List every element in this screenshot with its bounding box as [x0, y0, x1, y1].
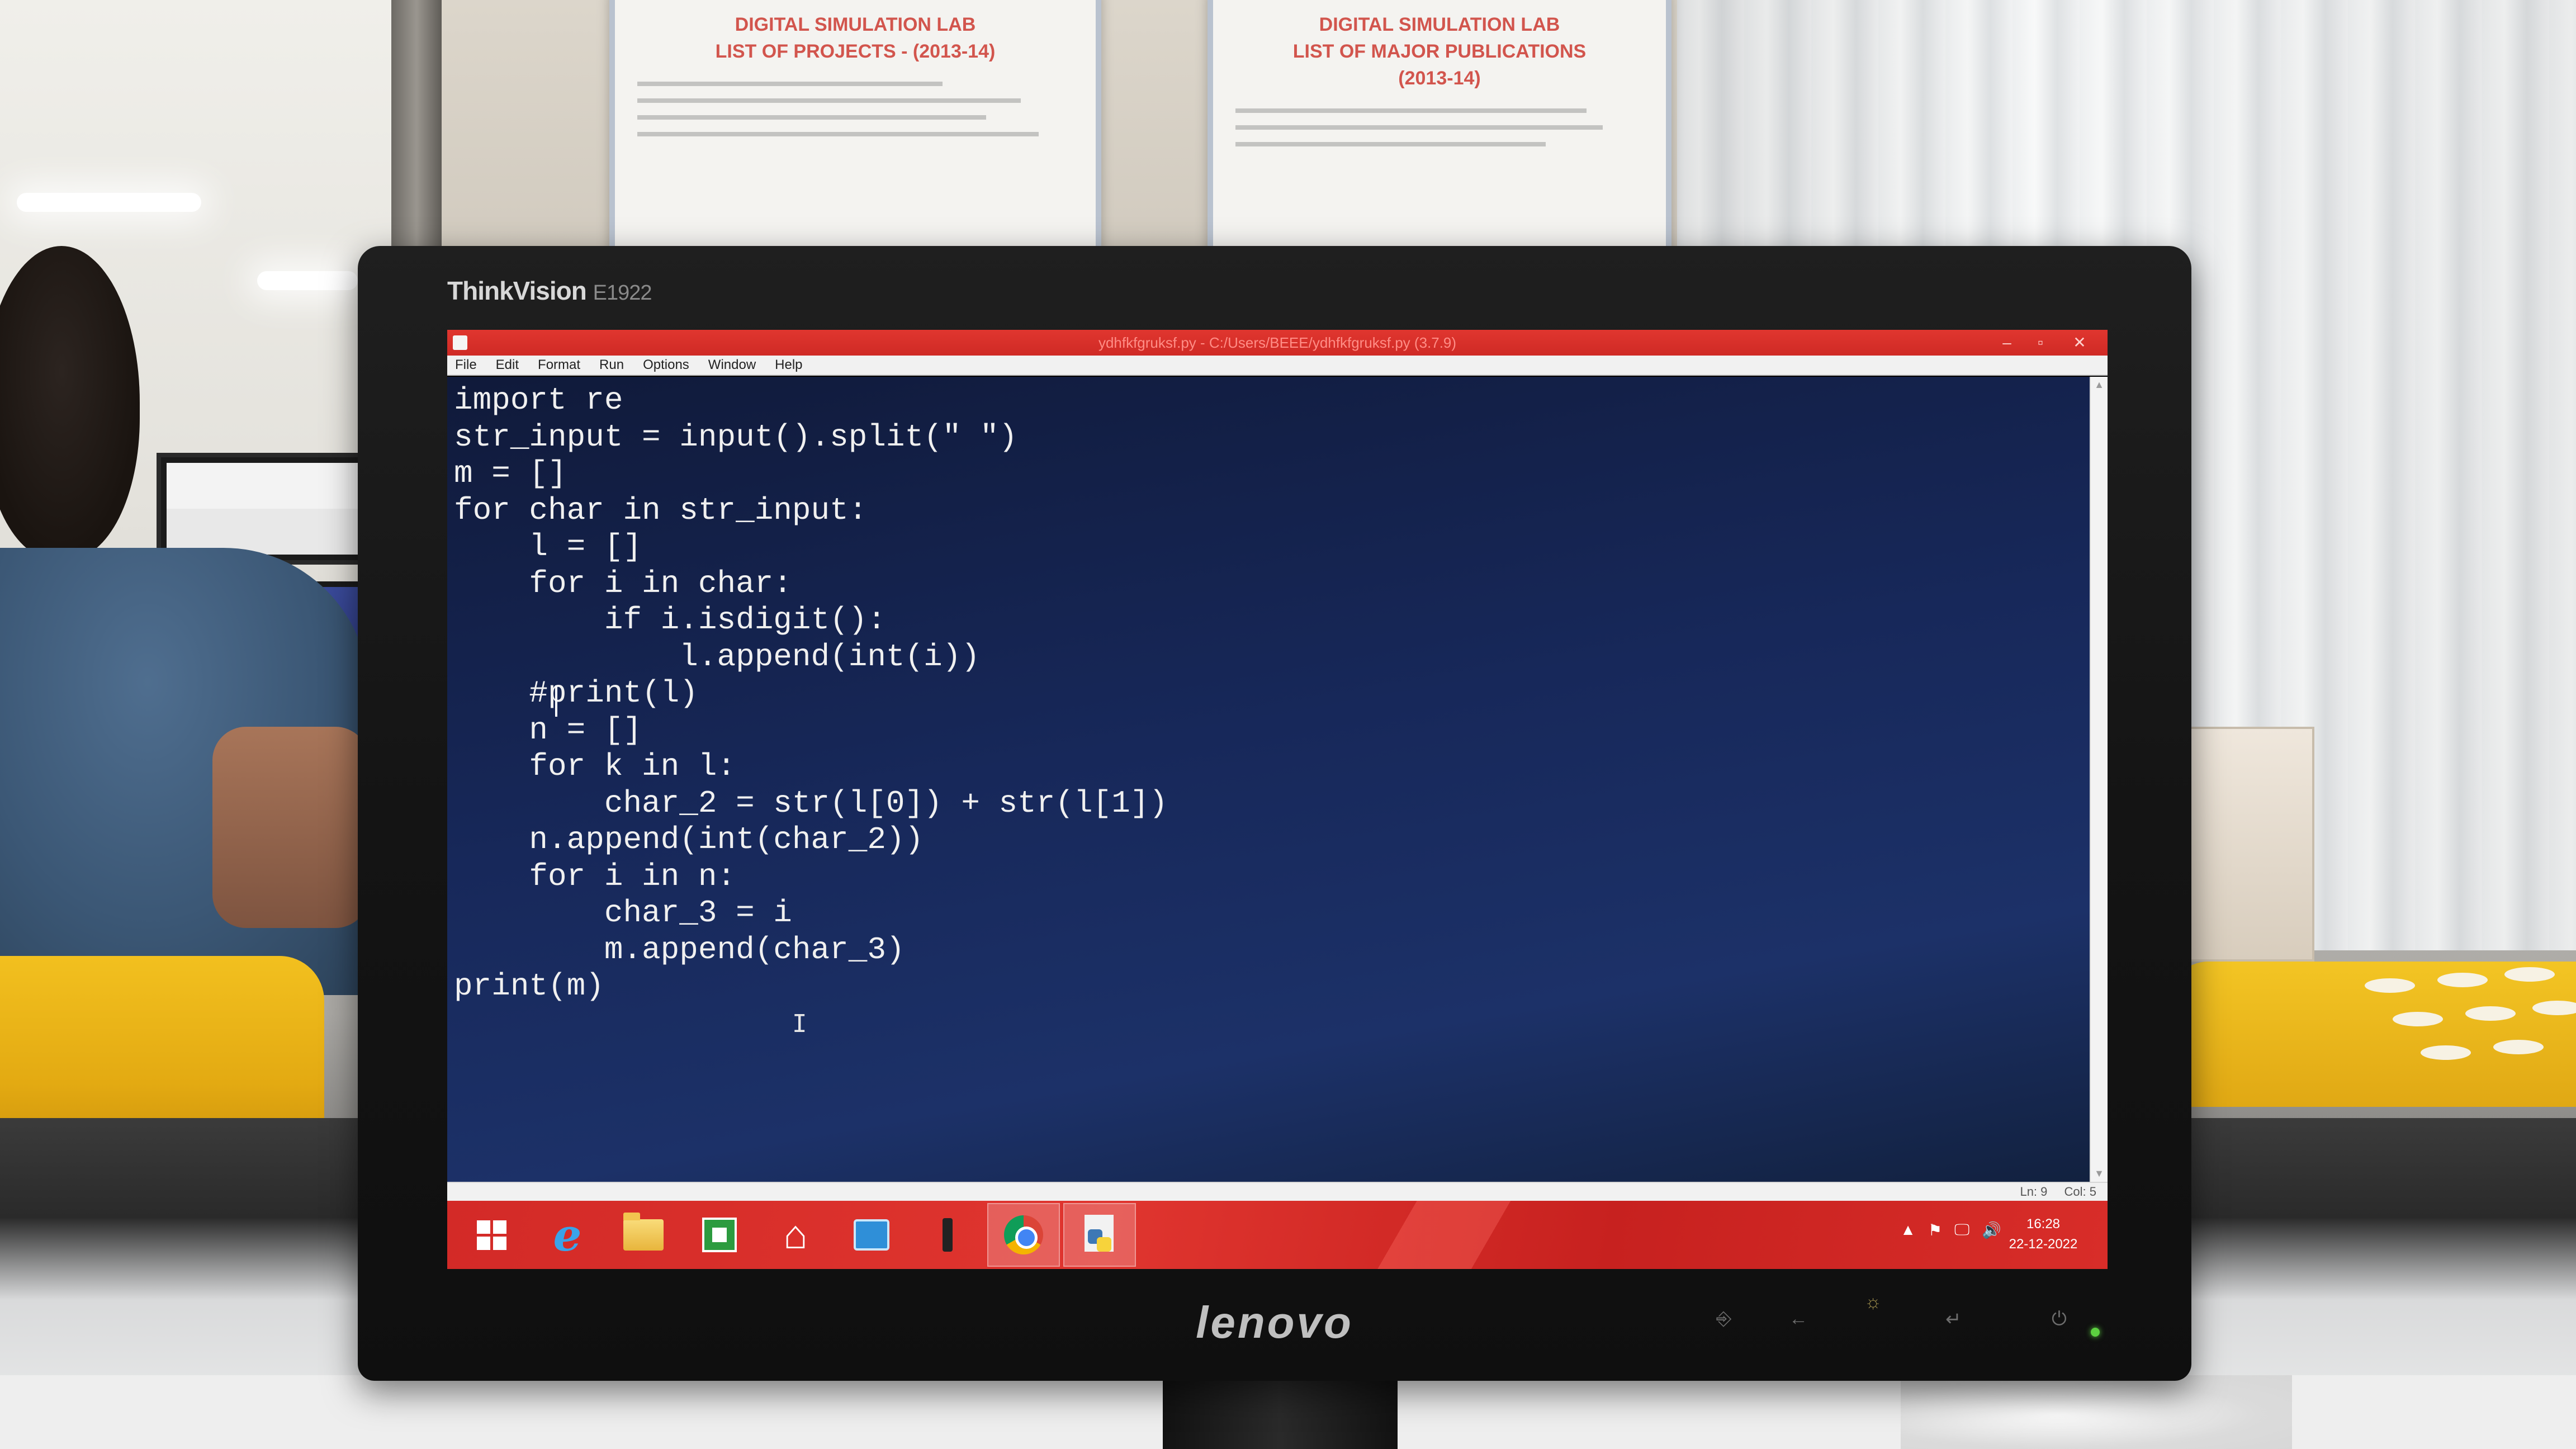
- input-button-icon[interactable]: ⎆: [1716, 1308, 1731, 1330]
- taskbar-internet-explorer[interactable]: e: [531, 1203, 604, 1267]
- mail-icon: [854, 1219, 889, 1251]
- window-titlebar[interactable]: ydhfkfgruksf.py - C:/Users/BEEE/ydhfkfgr…: [447, 330, 2108, 356]
- code-line: for i in n:: [454, 858, 736, 894]
- ceiling-light: [257, 271, 358, 290]
- poster-projects: DIGITAL SIMULATION LAB LIST OF PROJECTS …: [609, 0, 1101, 280]
- menu-edit[interactable]: Edit: [496, 355, 519, 375]
- mouse-ibeam-cursor-icon: I: [792, 1010, 807, 1038]
- clock-time: 16:28: [2026, 1216, 2061, 1232]
- store-icon: [702, 1218, 737, 1252]
- code-line: m = []: [454, 456, 567, 491]
- menu-run[interactable]: Run: [599, 355, 624, 375]
- code-line: for char in str_input:: [454, 492, 868, 528]
- status-bar: Ln: 9 Col: 5: [447, 1182, 2108, 1201]
- clock-date: 22-12-2022: [2009, 1237, 2078, 1252]
- monitor-brand: ThinkVision E1922: [447, 268, 652, 313]
- folder-icon: [623, 1213, 664, 1251]
- menu-window[interactable]: Window: [708, 355, 756, 375]
- taskbar-mail[interactable]: [835, 1203, 908, 1267]
- scroll-up-icon[interactable]: ▲: [2091, 379, 2108, 391]
- power-button-icon[interactable]: ⏻: [2052, 1308, 2067, 1330]
- code-line: str_input = input().split(" "): [454, 419, 1018, 455]
- taskbar: e ⌂ ▲ ⚑ 🖵 🔊 16:28 22-12-2022: [447, 1201, 2108, 1269]
- volume-icon[interactable]: 🔊: [1982, 1221, 2001, 1239]
- code-editor[interactable]: import re str_input = input().split(" ")…: [447, 377, 2090, 1182]
- yellow-chair-right: [2169, 962, 2576, 1107]
- text-caret: [555, 685, 557, 717]
- window-title: ydhfkfgruksf.py - C:/Users/BEEE/ydhfkfgr…: [1098, 334, 1457, 351]
- minimize-button[interactable]: –: [1990, 330, 2024, 356]
- code-line: for k in l:: [454, 749, 736, 784]
- taskbar-store[interactable]: [683, 1203, 756, 1267]
- poster-title-line: (2013-14): [1398, 68, 1481, 89]
- taskbar-chrome[interactable]: [987, 1203, 1060, 1267]
- taskbar-python-idle[interactable]: [1063, 1203, 1136, 1267]
- menu-options[interactable]: Options: [643, 355, 689, 375]
- poster-text-lines: [1235, 108, 1644, 146]
- maximize-button[interactable]: ▫: [2024, 330, 2057, 356]
- show-hidden-icons-icon[interactable]: ▲: [1900, 1221, 1916, 1239]
- code-line: print(m): [454, 968, 604, 1004]
- code-line: if i.isdigit():: [454, 602, 886, 638]
- code-line: m.append(char_3): [454, 931, 905, 968]
- code-line: #print(l): [454, 675, 698, 711]
- code-line: l.append(int(i)): [454, 638, 980, 675]
- taskbar-file-explorer[interactable]: [607, 1203, 680, 1267]
- menu-format[interactable]: Format: [538, 355, 580, 375]
- scroll-down-icon[interactable]: ▼: [2091, 1168, 2108, 1180]
- chrome-icon: [1004, 1215, 1043, 1254]
- left-button-icon[interactable]: ←: [1789, 1308, 1808, 1330]
- taskbar-clock[interactable]: 16:28 22-12-2022: [2001, 1214, 2085, 1254]
- status-line: Ln: 9: [2020, 1185, 2048, 1199]
- code-line: char_3 = i: [454, 895, 792, 931]
- action-center-flag-icon[interactable]: ⚑: [1928, 1221, 1942, 1239]
- poster-title-line: LIST OF PROJECTS - (2013-14): [715, 41, 996, 62]
- menu-bar: File Edit Format Run Options Window Help: [447, 356, 2108, 376]
- monitor-model: E1922: [593, 281, 652, 305]
- power-led: [2091, 1328, 2100, 1337]
- code-line: for i in char:: [454, 565, 792, 602]
- ceiling-light: [17, 193, 201, 212]
- code-line: l = []: [454, 529, 642, 565]
- monitor-brand-name: ThinkVision: [447, 276, 587, 305]
- poster-title-line: DIGITAL SIMULATION LAB: [735, 14, 976, 35]
- internet-explorer-icon: e: [553, 1209, 582, 1261]
- code-line: n.append(int(char_2)): [454, 822, 924, 858]
- status-col: Col: 5: [2064, 1185, 2096, 1199]
- system-tray: ▲ ⚑ 🖵 🔊: [1900, 1221, 2001, 1239]
- network-icon[interactable]: 🖵: [1954, 1221, 1969, 1239]
- poster-title-line: DIGITAL SIMULATION LAB: [1319, 14, 1560, 35]
- person-arm: [212, 727, 369, 928]
- poster-publications: DIGITAL SIMULATION LAB LIST OF MAJOR PUB…: [1208, 0, 1671, 268]
- taskbar-home[interactable]: ⌂: [759, 1203, 832, 1267]
- monitor-maker-logo: lenovo: [1196, 1298, 1353, 1347]
- windows-logo-icon: [476, 1220, 506, 1250]
- menu-help[interactable]: Help: [775, 355, 802, 375]
- poster-text-lines: [637, 82, 1073, 136]
- taskbar-usb-drive[interactable]: [911, 1203, 984, 1267]
- screen: ydhfkfgruksf.py - C:/Users/BEEE/ydhfkfgr…: [447, 330, 2108, 1269]
- vertical-scrollbar[interactable]: ▲ ▼: [2090, 377, 2108, 1182]
- brightness-button-icon[interactable]: ☼: [1864, 1291, 1882, 1313]
- plastic-bag: [1901, 1375, 2292, 1449]
- code-line: n = []: [454, 712, 642, 748]
- home-icon: ⌂: [783, 1213, 808, 1257]
- menu-file[interactable]: File: [455, 355, 477, 375]
- python-idle-icon: [1080, 1215, 1119, 1255]
- close-button[interactable]: ✕: [2063, 330, 2096, 356]
- code-line: import re: [454, 382, 623, 418]
- enter-button-icon[interactable]: ↵: [1945, 1308, 1962, 1330]
- usb-drive-icon: [943, 1218, 953, 1252]
- start-button[interactable]: [455, 1203, 528, 1267]
- poster-title-line: LIST OF MAJOR PUBLICATIONS: [1292, 41, 1587, 62]
- code-line: char_2 = str(l[0]) + str(l[1]): [454, 785, 1168, 821]
